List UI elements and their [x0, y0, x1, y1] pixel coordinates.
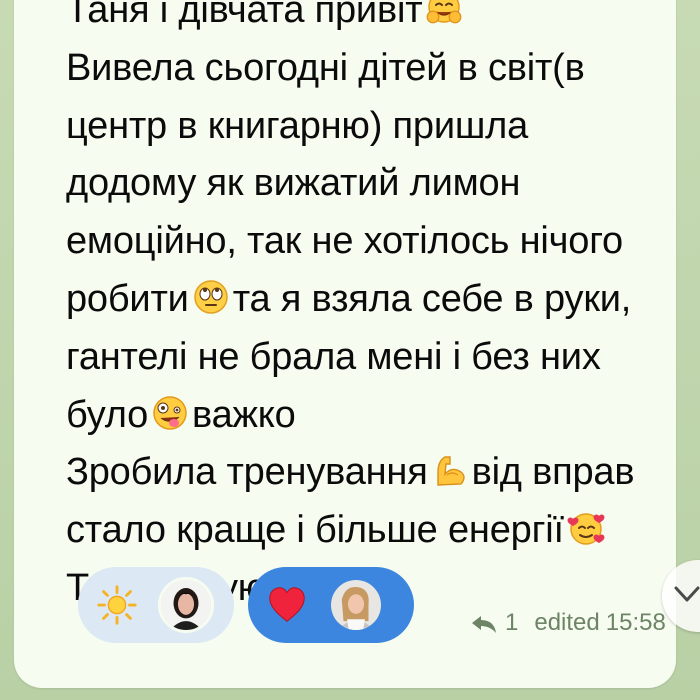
message-text: Таня і дівчата привіт Вивела сьогодні ді… — [66, 0, 686, 618]
smiling-face-with-hearts-icon — [566, 508, 606, 548]
edited-label: edited — [534, 609, 600, 636]
message-line-5: емоційно, так не хотілось нічого — [66, 220, 623, 263]
reaction-chip-heart[interactable] — [248, 567, 414, 643]
chevron-down-icon — [674, 586, 700, 602]
user-avatar-blonde-hair[interactable] — [328, 577, 384, 633]
hugging-face-icon — [424, 0, 464, 28]
chat-screen: Таня і дівчата привіт Вивела сьогодні ді… — [0, 0, 700, 700]
sun-icon — [90, 578, 144, 632]
red-heart-icon — [260, 578, 314, 632]
message-bubble[interactable]: Таня і дівчата привіт Вивела сьогодні ді… — [14, 0, 676, 688]
message-text-segment: та я взяла себе в руки, — [232, 277, 632, 320]
reaction-row — [78, 567, 414, 643]
message-text-segment: стало краще і більше енергії — [66, 509, 564, 552]
rolling-eyes-face-icon — [191, 277, 231, 317]
message-line-3: центр в книгарню) пришла — [66, 104, 529, 147]
message-text-segment: було — [66, 393, 149, 436]
message-text-segment: від вправ — [471, 451, 635, 494]
message-line-10: стало краще і більше енергії — [66, 502, 686, 560]
message-text-segment: робити — [66, 277, 189, 320]
message-text-segment: Таня і дівчата привіт — [66, 0, 423, 31]
flexed-biceps-icon — [430, 450, 470, 490]
zany-face-icon — [150, 393, 190, 433]
message-line-9: Зробила тренування від вправ — [66, 444, 686, 502]
reaction-chip-sun[interactable] — [78, 567, 234, 643]
reply-arrow-icon[interactable] — [469, 608, 499, 638]
message-line-7: гантелі не брала мені і без них — [66, 335, 601, 378]
message-text-segment: важко — [192, 393, 296, 436]
message-time: 15:58 — [605, 609, 666, 636]
message-meta: 1 edited 15:58 — [469, 608, 666, 638]
message-line-4: додому як вижатий лимон — [66, 162, 521, 205]
message-text-segment: Зробила тренування — [66, 451, 428, 494]
message-line-6: робити та я взяла себе в руки, — [66, 271, 686, 329]
message-line-2: Вивела сьогодні дітей в світ(в — [66, 46, 585, 89]
message-line-8: було важко — [66, 387, 686, 445]
reply-count: 1 — [505, 609, 519, 636]
user-avatar-dark-hair[interactable] — [158, 577, 214, 633]
message-line-1: Таня і дівчата привіт — [66, 0, 686, 40]
